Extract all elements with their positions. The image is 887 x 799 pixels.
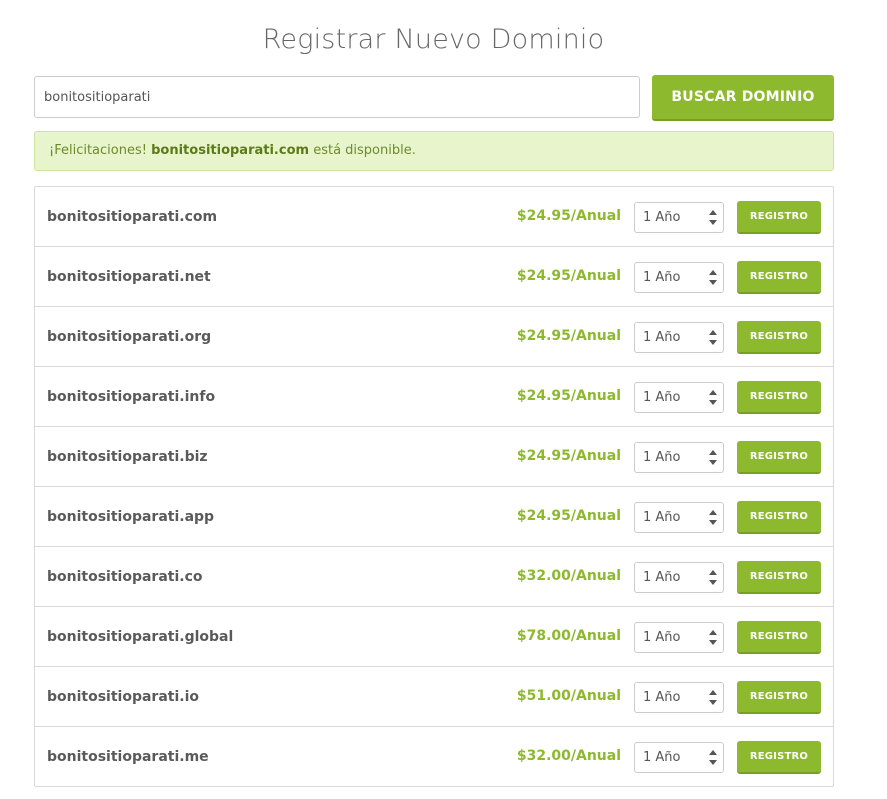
domain-price: $78.00/Anual [516,628,621,644]
banner-prefix: ¡Felicitaciones! [49,143,147,158]
domain-results-list: bonitositioparati.com $24.95/Anual 1 Año… [34,186,834,787]
domain-price: $24.95/Anual [516,508,621,524]
banner-domain: bonitositioparati.com [151,143,310,158]
term-select-value: 1 Año [643,330,681,345]
term-select-value: 1 Año [643,510,681,525]
domain-result-row: bonitositioparati.co $32.00/Anual 1 Año … [35,547,833,607]
register-button[interactable]: REGISTRO [737,501,821,534]
domain-price: $24.95/Anual [516,328,621,344]
domain-result-row: bonitositioparati.global $78.00/Anual 1 … [35,607,833,667]
term-select[interactable]: 1 Año [634,502,724,533]
term-select[interactable]: 1 Año [634,202,724,233]
register-button[interactable]: REGISTRO [737,741,821,774]
select-arrows-icon [709,690,717,705]
term-select[interactable]: 1 Año [634,442,724,473]
select-arrows-icon [709,330,717,345]
select-arrows-icon [709,630,717,645]
domain-name: bonitositioparati.io [47,689,200,705]
term-select[interactable]: 1 Año [634,322,724,353]
domain-price: $24.95/Anual [516,448,621,464]
select-arrows-icon [709,210,717,225]
term-select[interactable]: 1 Año [634,682,724,713]
term-select[interactable]: 1 Año [634,742,724,773]
term-select[interactable]: 1 Año [634,562,724,593]
page-title: Registrar Nuevo Dominio [262,24,605,55]
term-select[interactable]: 1 Año [634,262,724,293]
term-select-value: 1 Año [643,210,681,225]
term-select[interactable]: 1 Año [634,382,724,413]
domain-name: bonitositioparati.app [47,509,215,525]
term-select[interactable]: 1 Año [634,622,724,653]
domain-name: bonitositioparati.info [47,389,216,405]
domain-result-row: bonitositioparati.com $24.95/Anual 1 Año… [35,187,833,247]
domain-price: $24.95/Anual [516,388,621,404]
availability-banner: ¡Felicitaciones! bonitositioparati.com e… [34,131,834,171]
domain-result-row: bonitositioparati.info $24.95/Anual 1 Añ… [35,367,833,427]
term-select-value: 1 Año [643,630,681,645]
domain-result-row: bonitositioparati.org $24.95/Anual 1 Año… [35,307,833,367]
register-button[interactable]: REGISTRO [737,441,821,474]
domain-result-row: bonitositioparati.io $51.00/Anual 1 Año … [35,667,833,727]
domain-name: bonitositioparati.co [47,569,203,585]
domain-name: bonitositioparati.global [47,629,234,645]
domain-price: $32.00/Anual [516,568,621,584]
domain-name: bonitositioparati.com [47,209,218,225]
domain-result-row: bonitositioparati.app $24.95/Anual 1 Año… [35,487,833,547]
register-button[interactable]: REGISTRO [737,381,821,414]
domain-name: bonitositioparati.biz [47,449,208,465]
select-arrows-icon [709,750,717,765]
select-arrows-icon [709,570,717,585]
search-domain-button[interactable]: BUSCAR DOMINIO [652,75,834,121]
select-arrows-icon [709,450,717,465]
domain-price: $24.95/Anual [516,208,621,224]
domain-name: bonitositioparati.me [47,749,209,765]
banner-suffix: está disponible. [313,143,416,158]
search-row: BUSCAR DOMINIO [34,75,834,121]
register-button[interactable]: REGISTRO [737,681,821,714]
register-button[interactable]: REGISTRO [737,621,821,654]
domain-name: bonitositioparati.net [47,269,211,285]
select-arrows-icon [709,510,717,525]
domain-result-row: bonitositioparati.biz $24.95/Anual 1 Año… [35,427,833,487]
register-button[interactable]: REGISTRO [737,261,821,294]
register-button[interactable]: REGISTRO [737,561,821,594]
register-button[interactable]: REGISTRO [737,321,821,354]
domain-price: $51.00/Anual [516,688,621,704]
domain-search-input[interactable] [34,76,640,118]
domain-name: bonitositioparati.org [47,329,212,345]
domain-price: $32.00/Anual [516,748,621,764]
select-arrows-icon [709,390,717,405]
term-select-value: 1 Año [643,570,681,585]
domain-result-row: bonitositioparati.me $32.00/Anual 1 Año … [35,727,833,786]
select-arrows-icon [709,270,717,285]
term-select-value: 1 Año [643,750,681,765]
domain-price: $24.95/Anual [516,268,621,284]
register-button[interactable]: REGISTRO [737,201,821,234]
term-select-value: 1 Año [643,690,681,705]
term-select-value: 1 Año [643,270,681,285]
domain-result-row: bonitositioparati.net $24.95/Anual 1 Año… [35,247,833,307]
term-select-value: 1 Año [643,450,681,465]
term-select-value: 1 Año [643,390,681,405]
